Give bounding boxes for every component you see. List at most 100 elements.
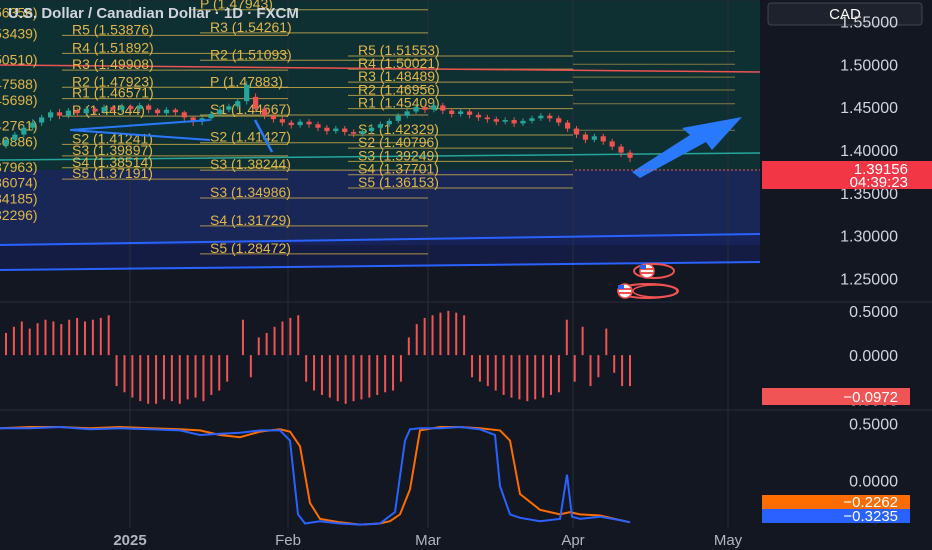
- candle-body: [235, 101, 241, 107]
- candle-body: [119, 106, 125, 110]
- candle-body: [56, 112, 63, 116]
- candle-body: [172, 109, 178, 113]
- candle-body: [30, 122, 36, 128]
- candle-body: [128, 106, 134, 109]
- price-tick-label: 1.40000: [840, 143, 898, 160]
- candle-body: [12, 134, 18, 140]
- date-tick-label: Apr: [561, 532, 584, 549]
- candle-body: [458, 111, 464, 114]
- candle-body: [556, 118, 562, 123]
- pivot-label: 53439): [0, 26, 38, 42]
- pivot-label: 34185): [0, 191, 38, 207]
- pivot-label: S5 (1.28472): [210, 240, 291, 256]
- candle-body: [368, 127, 375, 132]
- price-tick-label: 1.45000: [840, 100, 898, 117]
- candle-body: [493, 119, 499, 122]
- last-price-badge: 1.39156 04:39:23: [762, 161, 932, 191]
- date-tick-label: 2025: [113, 532, 146, 549]
- candle-body: [422, 107, 428, 110]
- candle-body: [547, 115, 553, 119]
- candle-body: [83, 108, 89, 114]
- candle-body: [65, 110, 71, 116]
- candle-body: [101, 107, 107, 112]
- bar-countdown: 04:39:23: [850, 174, 908, 191]
- pivot-label: 32296): [0, 207, 38, 223]
- candle-body: [520, 120, 526, 124]
- candle-body: [261, 108, 268, 116]
- candle-body: [21, 127, 27, 135]
- stochastic-tick-label: 0.5000: [849, 417, 898, 434]
- candle-body: [154, 109, 161, 114]
- candle-body: [466, 111, 473, 115]
- candle-body: [288, 122, 294, 126]
- usdcad-chart[interactable]: P (1.47943)56356)R5 (1.53876)R3 (1.54261…: [0, 0, 932, 550]
- candle-body: [110, 107, 116, 110]
- price-scale[interactable]: CAD 1.550001.500001.450001.400001.350001…: [760, 0, 932, 550]
- candle-body: [181, 112, 187, 118]
- pivot-label: R4 (1.51892): [72, 39, 154, 55]
- pivot-label: S3 (1.38244): [210, 156, 291, 172]
- candle-body: [413, 107, 419, 112]
- date-tick-label: Mar: [415, 532, 441, 549]
- candle-body: [377, 124, 383, 128]
- pivot-label: S3 (1.34986): [210, 184, 291, 200]
- candle-body: [449, 110, 455, 114]
- candle-body: [609, 141, 615, 147]
- candle-body: [47, 112, 54, 118]
- price-tick-label: 1.55000: [840, 14, 898, 31]
- candle-body: [475, 114, 482, 118]
- stoch-k-value: −0.3235: [843, 508, 898, 525]
- pivot-label: R5 (1.53876): [72, 21, 154, 37]
- oscillator-value: −0.0972: [843, 389, 898, 406]
- pivot-label: 50510): [0, 51, 38, 67]
- pivot-label: 37963): [0, 159, 38, 175]
- date-tick-label: Feb: [275, 532, 301, 549]
- candle-body: [573, 128, 580, 135]
- pivot-label: S5 (1.37191): [72, 165, 153, 181]
- candle-body: [137, 105, 143, 109]
- candle-body: [618, 146, 624, 153]
- candle-body: [359, 131, 366, 134]
- candle-body: [431, 105, 437, 110]
- candle-body: [600, 136, 606, 142]
- stochastic-tick-label: 0.0000: [849, 473, 898, 490]
- candle-body: [351, 132, 357, 134]
- candle-body: [529, 118, 535, 121]
- candle-body: [511, 120, 517, 124]
- candle-body: [217, 109, 223, 114]
- candle-body: [502, 120, 508, 122]
- candle-body: [342, 128, 348, 132]
- pivot-label: 47588): [0, 76, 38, 92]
- candle-body: [297, 121, 303, 126]
- candle-body: [146, 105, 152, 110]
- candle-body: [279, 119, 285, 123]
- date-tick-label: May: [714, 532, 743, 549]
- candle-body: [3, 139, 9, 146]
- candle-body: [538, 115, 544, 119]
- price-tick-label: 1.25000: [840, 272, 898, 289]
- pivot-label: S2 (1.41427): [210, 129, 291, 145]
- oscillator-tick-label: 0.5000: [849, 304, 898, 321]
- candle-body: [244, 84, 250, 102]
- candle-body: [270, 115, 277, 120]
- candle-body: [92, 108, 98, 112]
- pivot-label: R3 (1.49908): [72, 56, 154, 72]
- candle-body: [74, 110, 80, 114]
- candle-body: [404, 111, 410, 116]
- chart-title: U.S. Dollar / Canadian Dollar · 1D · FXC…: [8, 5, 299, 22]
- pivot-label: 45698): [0, 92, 38, 108]
- pivot-label: S1 (1.44667): [210, 101, 291, 117]
- price-tick-label: 1.50000: [840, 57, 898, 74]
- time-axis[interactable]: 2025 Feb Mar Apr May: [0, 528, 932, 550]
- candle-body: [208, 114, 214, 119]
- pivot-label: R1 (1.46571): [72, 85, 154, 101]
- candle-body: [582, 134, 589, 140]
- candle-body: [253, 96, 259, 109]
- pivot-label: S4 (1.31729): [210, 212, 291, 228]
- pivot-label: S5 (1.36153): [358, 174, 439, 190]
- price-tick-label: 1.30000: [840, 229, 898, 246]
- pivot-label: P (1.44544): [72, 102, 145, 118]
- candle-body: [226, 106, 232, 110]
- candle-body: [627, 152, 633, 158]
- candle-body: [324, 127, 330, 132]
